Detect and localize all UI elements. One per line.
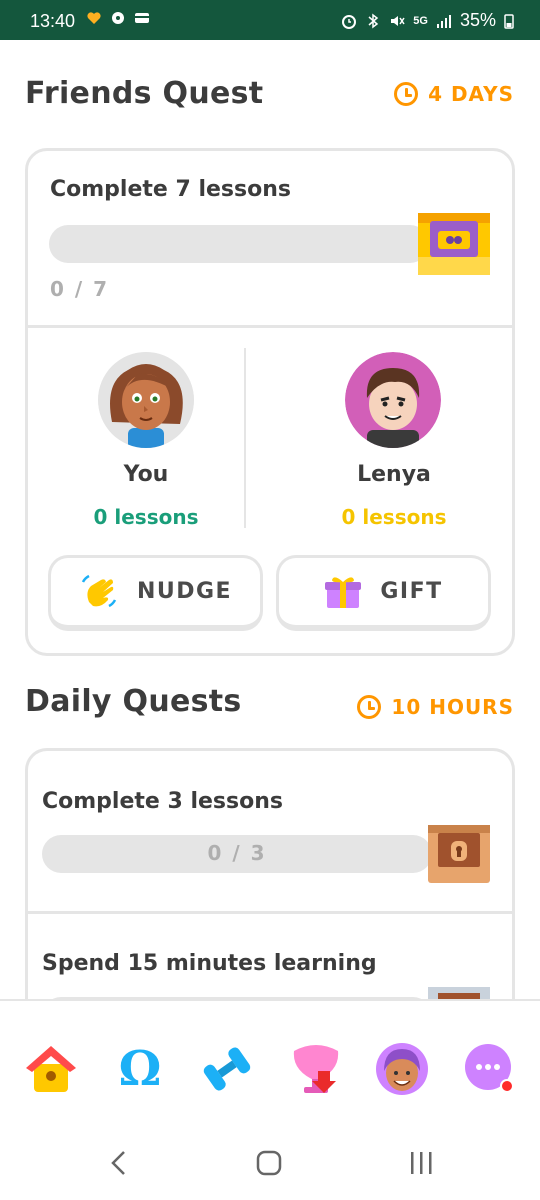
- you-avatar[interactable]: [98, 352, 194, 448]
- lenya-avatar[interactable]: [345, 352, 441, 448]
- gift-label: GIFT: [380, 579, 443, 604]
- bottom-nav: Ω: [0, 999, 540, 1119]
- nav-practice[interactable]: [199, 1041, 255, 1097]
- daily-quest-1-label: Complete 3 lessons: [42, 789, 283, 814]
- nav-letters[interactable]: Ω: [112, 1041, 168, 1097]
- daily-quest-2-label: Spend 15 minutes learning: [42, 951, 377, 976]
- clock-icon: [394, 82, 419, 106]
- friends-quest-title: Friends Quest: [25, 76, 264, 111]
- card-notification-icon: [135, 13, 149, 23]
- clock-icon: [357, 695, 382, 719]
- home-icon: [26, 1046, 76, 1092]
- signal-icon: [436, 14, 451, 28]
- you-lessons: 0 lessons: [93, 505, 199, 529]
- daily-quests-title: Daily Quests: [25, 684, 242, 719]
- friends-quest-timer: 4 DAYS: [394, 82, 514, 106]
- daily-quest-1-progress-text: 0 / 3: [207, 841, 267, 865]
- card-divider: [28, 325, 512, 328]
- daily-quests-timer: 10 HOURS: [357, 695, 514, 719]
- daily-quests-timer-text: 10 HOURS: [391, 695, 514, 719]
- battery-icon: [504, 13, 514, 29]
- friends-quest-progress-bar: [49, 225, 429, 263]
- practice-dumbbell-icon: [203, 1047, 251, 1091]
- home-nav-icon[interactable]: [256, 1150, 282, 1176]
- lenya-name: Lenya: [357, 462, 431, 487]
- gift-icon: [325, 576, 362, 608]
- treasure-chest-icon: [418, 213, 490, 275]
- gift-button[interactable]: GIFT: [276, 555, 491, 631]
- friends-quest-timer-text: 4 DAYS: [428, 82, 514, 106]
- leagues-icon: [293, 1045, 339, 1093]
- nav-profile[interactable]: [374, 1041, 430, 1097]
- alarm-icon: [342, 14, 357, 29]
- battery-percent: 35%: [459, 10, 496, 30]
- nav-leagues[interactable]: [288, 1041, 344, 1097]
- friends-quest-label: Complete 7 lessons: [50, 177, 291, 202]
- nudge-button[interactable]: NUDGE: [48, 555, 263, 631]
- back-icon[interactable]: [108, 1150, 128, 1176]
- nav-more[interactable]: [462, 1041, 518, 1097]
- friends-quest-progress-text: 0 / 7: [50, 277, 110, 301]
- you-avatar-image: [98, 352, 194, 448]
- nav-home[interactable]: [23, 1041, 79, 1097]
- lenya-avatar-image: [345, 352, 441, 448]
- bluetooth-icon: [368, 13, 379, 28]
- status-time: 13:40: [30, 11, 76, 31]
- lenya-lessons: 0 lessons: [341, 505, 447, 529]
- you-name: You: [123, 462, 169, 487]
- recent-apps-icon[interactable]: [408, 1150, 434, 1176]
- more-icon: [465, 1044, 514, 1093]
- system-nav-bar: [0, 1120, 540, 1200]
- status-bar: 13:40 5G 35%: [0, 0, 540, 40]
- mute-icon: [391, 15, 405, 26]
- waving-hand-icon: [81, 574, 117, 607]
- nudge-label: NUDGE: [136, 579, 233, 604]
- network-type: 5G: [413, 14, 428, 27]
- heart-notification-icon: [87, 12, 101, 24]
- settings-notification-icon: [112, 12, 124, 24]
- profile-icon: [376, 1043, 428, 1095]
- card-divider: [28, 911, 512, 914]
- friends-vertical-divider: [244, 348, 246, 528]
- bronze-chest-icon: [428, 825, 490, 883]
- letters-icon: Ω: [118, 1041, 162, 1097]
